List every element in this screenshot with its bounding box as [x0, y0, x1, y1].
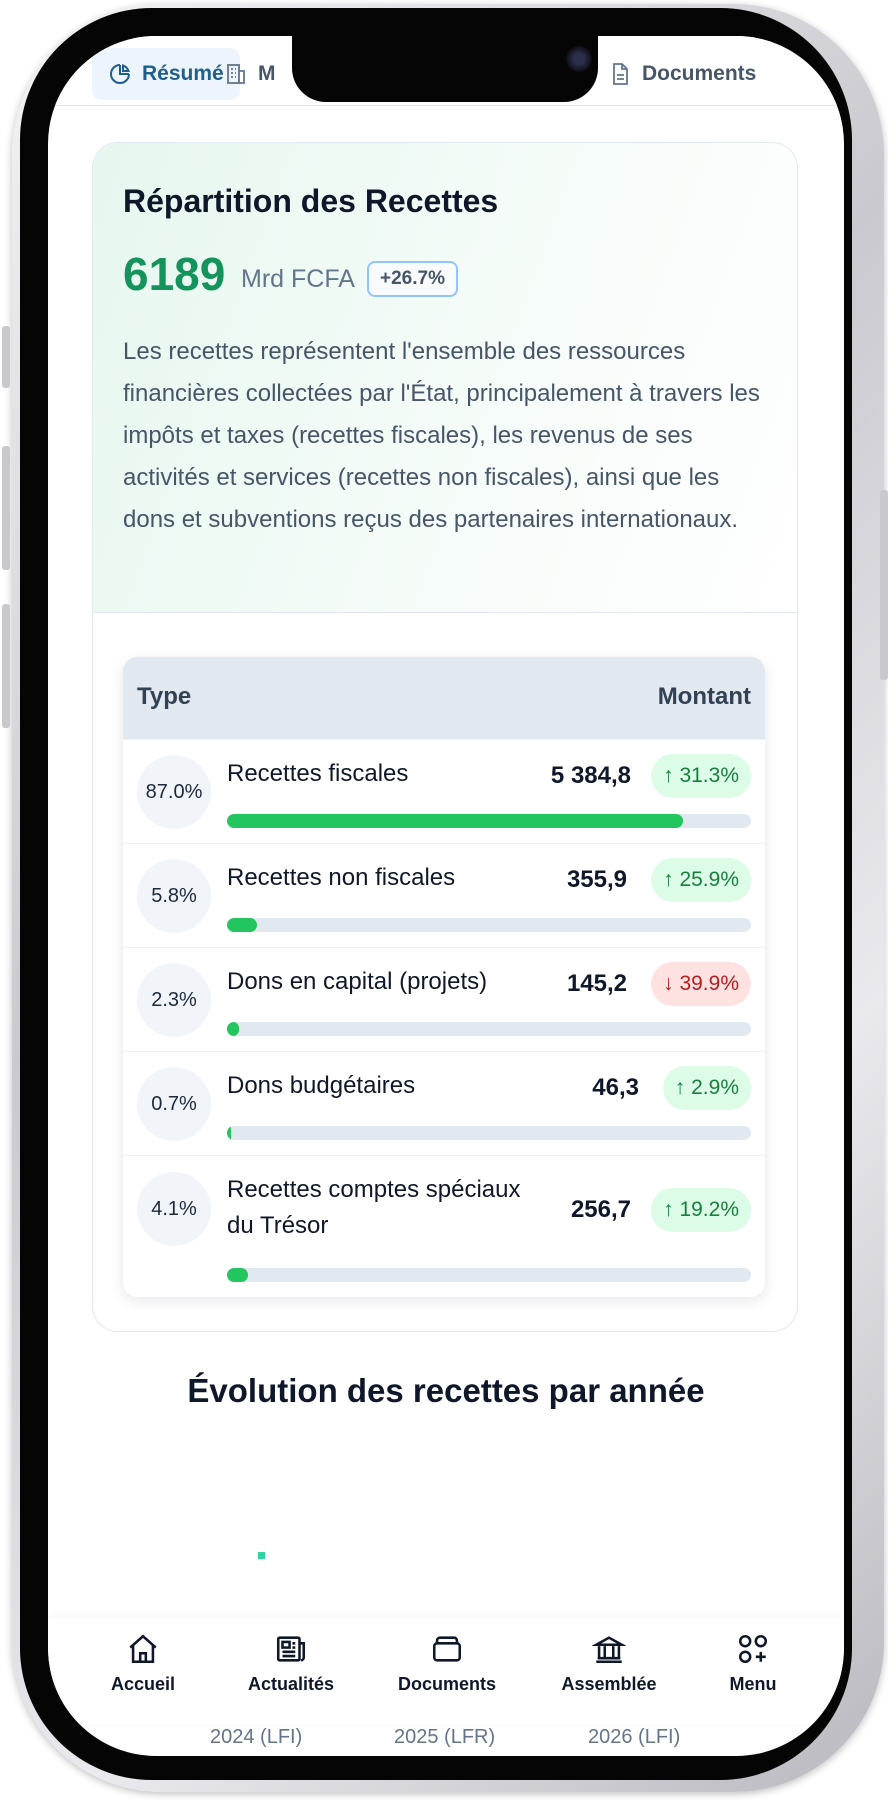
column-header-amount: Montant	[657, 683, 751, 710]
year-label: 2025 (LFR)	[394, 1726, 496, 1748]
row-amount: 145,2	[566, 970, 627, 997]
folder-icon	[432, 1636, 462, 1662]
volume-up-button	[2, 446, 10, 570]
year-label: 2026 (LFI)	[588, 1726, 681, 1748]
table-row[interactable]: 87.0% Recettes fiscales 5 384,8 ↑ 31.3%	[123, 739, 765, 843]
share-bar-fill	[227, 814, 683, 828]
camera-icon	[566, 46, 592, 72]
card-header: Répartition des Recettes 6189 Mrd FCFA +…	[93, 143, 797, 613]
table-row[interactable]: 4.1% Recettes comptes spéciaux du Trésor…	[123, 1155, 765, 1297]
row-label: Dons en capital (projets)	[227, 968, 488, 995]
evolution-title: Évolution des recettes par année	[187, 1372, 705, 1409]
tab-m-label: M	[258, 62, 276, 85]
tab-documents[interactable]: Documents	[592, 48, 772, 100]
share-bar-track	[227, 1126, 751, 1140]
row-label: Dons budgétaires	[227, 1072, 416, 1099]
change-badge: +26.7%	[367, 261, 458, 297]
notch	[292, 36, 598, 102]
row-amount: 46,3	[592, 1074, 639, 1101]
building-icon	[227, 64, 245, 84]
nav-assemblee-label: Assemblée	[561, 1674, 657, 1694]
tab-documents-label: Documents	[642, 62, 757, 85]
nav-accueil[interactable]: Accueil	[68, 1632, 218, 1695]
total-unit: Mrd FCFA	[241, 265, 355, 293]
card-description: Les recettes représentent l'ensemble des…	[123, 338, 760, 533]
share-percent: 0.7%	[137, 1067, 211, 1141]
nav-documents-label: Documents	[397, 1674, 496, 1694]
change-badge-up: ↑ 25.9%	[651, 858, 751, 902]
tab-m[interactable]: M	[208, 48, 292, 100]
change-badge-down: ↓ 39.9%	[651, 962, 751, 1006]
table-header: Type Montant	[123, 657, 765, 739]
app-screen: Résumé M Documents Répartition des Recet…	[48, 36, 844, 1756]
power-button	[880, 490, 888, 680]
share-bar-fill	[227, 918, 258, 932]
table-row[interactable]: 5.8% Recettes non fiscales 355,9 ↑ 25.9%	[123, 843, 765, 947]
home-icon	[129, 1634, 157, 1664]
share-bar-track	[227, 1022, 751, 1036]
table-row[interactable]: 0.7% Dons budgétaires 46,3 ↑ 2.9%	[123, 1051, 765, 1155]
change-badge-up: ↑ 2.9%	[662, 1066, 751, 1110]
share-bar-track	[227, 814, 751, 828]
grid-plus-icon	[738, 1634, 768, 1664]
row-amount: 256,7	[570, 1196, 631, 1223]
nav-menu-label: Menu	[729, 1674, 777, 1694]
share-bar-track	[227, 1268, 751, 1282]
chart-point	[258, 1552, 265, 1559]
pie-chart-icon	[110, 64, 130, 84]
column-header-type: Type	[137, 683, 192, 710]
share-percent: 2.3%	[137, 963, 211, 1037]
row-label: Recettes non fiscales	[227, 864, 456, 891]
row-label: Recettes fiscales	[227, 760, 409, 787]
nav-accueil-label: Accueil	[110, 1674, 176, 1694]
nav-documents[interactable]: Documents	[372, 1632, 522, 1695]
total-amount: 6189	[123, 248, 226, 300]
nav-actualites[interactable]: Actualités	[216, 1632, 366, 1695]
share-percent: 4.1%	[137, 1172, 211, 1246]
file-icon	[613, 63, 628, 85]
row-amount: 355,9	[566, 866, 627, 893]
side-button	[2, 326, 10, 388]
share-percent: 87.0%	[137, 755, 211, 829]
nav-assemblee[interactable]: Assemblée	[534, 1632, 684, 1695]
volume-down-button	[2, 604, 10, 728]
share-bar-fill	[227, 1268, 249, 1282]
row-amount: 5 384,8	[550, 762, 631, 789]
bottom-nav: Accueil Actualités Documents Assemblée M…	[48, 1618, 844, 1724]
newspaper-icon	[276, 1636, 306, 1662]
year-label: 2024 (LFI)	[210, 1726, 303, 1748]
share-bar-fill	[227, 1022, 240, 1036]
nav-menu[interactable]: Menu	[678, 1632, 828, 1695]
nav-actualites-label: Actualités	[247, 1674, 335, 1694]
table-row[interactable]: 2.3% Dons en capital (projets) 145,2 ↓ 3…	[123, 947, 765, 1051]
card-title: Répartition des Recettes	[123, 183, 499, 219]
change-badge-up: ↑ 19.2%	[651, 1188, 751, 1232]
revenue-card: Répartition des Recettes 6189 Mrd FCFA +…	[92, 142, 798, 1332]
revenue-table: Type Montant 87.0% Recettes fiscales 5 3…	[123, 657, 765, 1297]
bank-icon	[592, 1636, 626, 1664]
share-bar-fill	[227, 1126, 231, 1140]
change-badge-up: ↑ 31.3%	[651, 754, 751, 798]
row-label: Recettes comptes spéciaux du Trésor	[227, 1176, 521, 1239]
share-bar-track	[227, 918, 751, 932]
share-percent: 5.8%	[137, 859, 211, 933]
